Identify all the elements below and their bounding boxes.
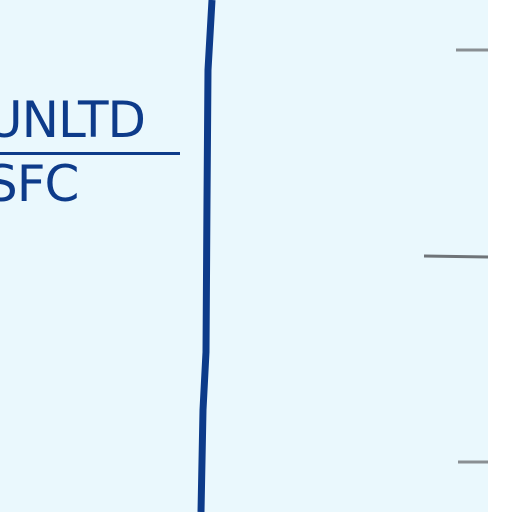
tick-mark-major — [423, 254, 489, 259]
altitude-limit-block: UNLTD SFC — [0, 92, 180, 213]
upper-limit-label: UNLTD — [0, 92, 180, 155]
tick-ruler — [423, 48, 489, 464]
lower-limit-label: SFC — [0, 155, 79, 213]
chart-excerpt: UNLTD SFC — [0, 0, 512, 512]
